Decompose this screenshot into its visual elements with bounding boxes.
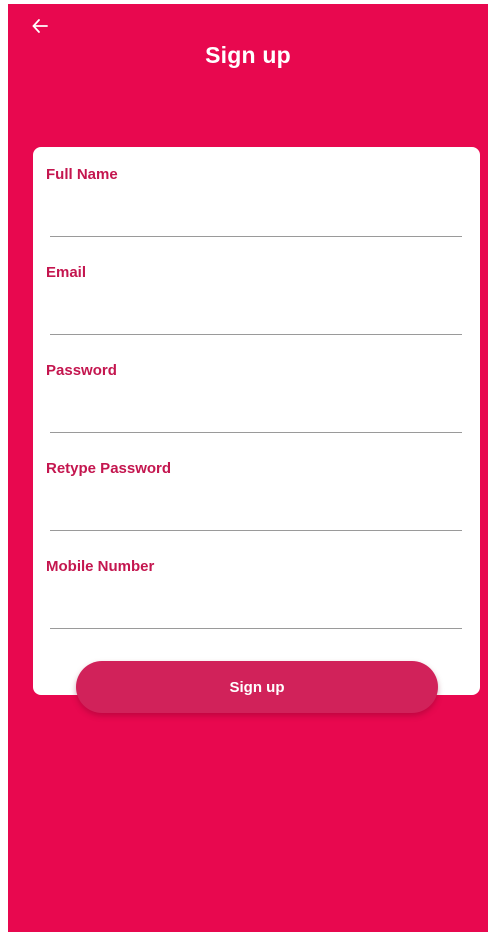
full-name-field: Full Name (33, 166, 480, 256)
email-field: Email (33, 264, 480, 354)
mobile-number-field: Mobile Number (33, 558, 480, 648)
retype-password-field: Retype Password (33, 460, 480, 550)
signup-screen: Sign up Full Name Email Password Retype … (8, 4, 488, 932)
arrow-left-icon (32, 19, 48, 33)
sign-up-button[interactable]: Sign up (76, 661, 438, 713)
retype-password-input[interactable] (50, 490, 462, 531)
mobile-number-input[interactable] (50, 588, 462, 629)
page-title: Sign up (205, 42, 291, 68)
email-label: Email (46, 264, 87, 281)
email-input[interactable] (50, 294, 462, 335)
password-input[interactable] (50, 392, 462, 433)
signup-form-card: Full Name Email Password Retype Password… (33, 147, 480, 695)
retype-password-label: Retype Password (46, 460, 172, 477)
password-label: Password (46, 362, 117, 379)
password-field: Password (33, 362, 480, 452)
back-button[interactable] (26, 12, 54, 40)
mobile-number-label: Mobile Number (46, 558, 155, 575)
full-name-label: Full Name (46, 166, 118, 183)
full-name-input[interactable] (50, 196, 462, 237)
